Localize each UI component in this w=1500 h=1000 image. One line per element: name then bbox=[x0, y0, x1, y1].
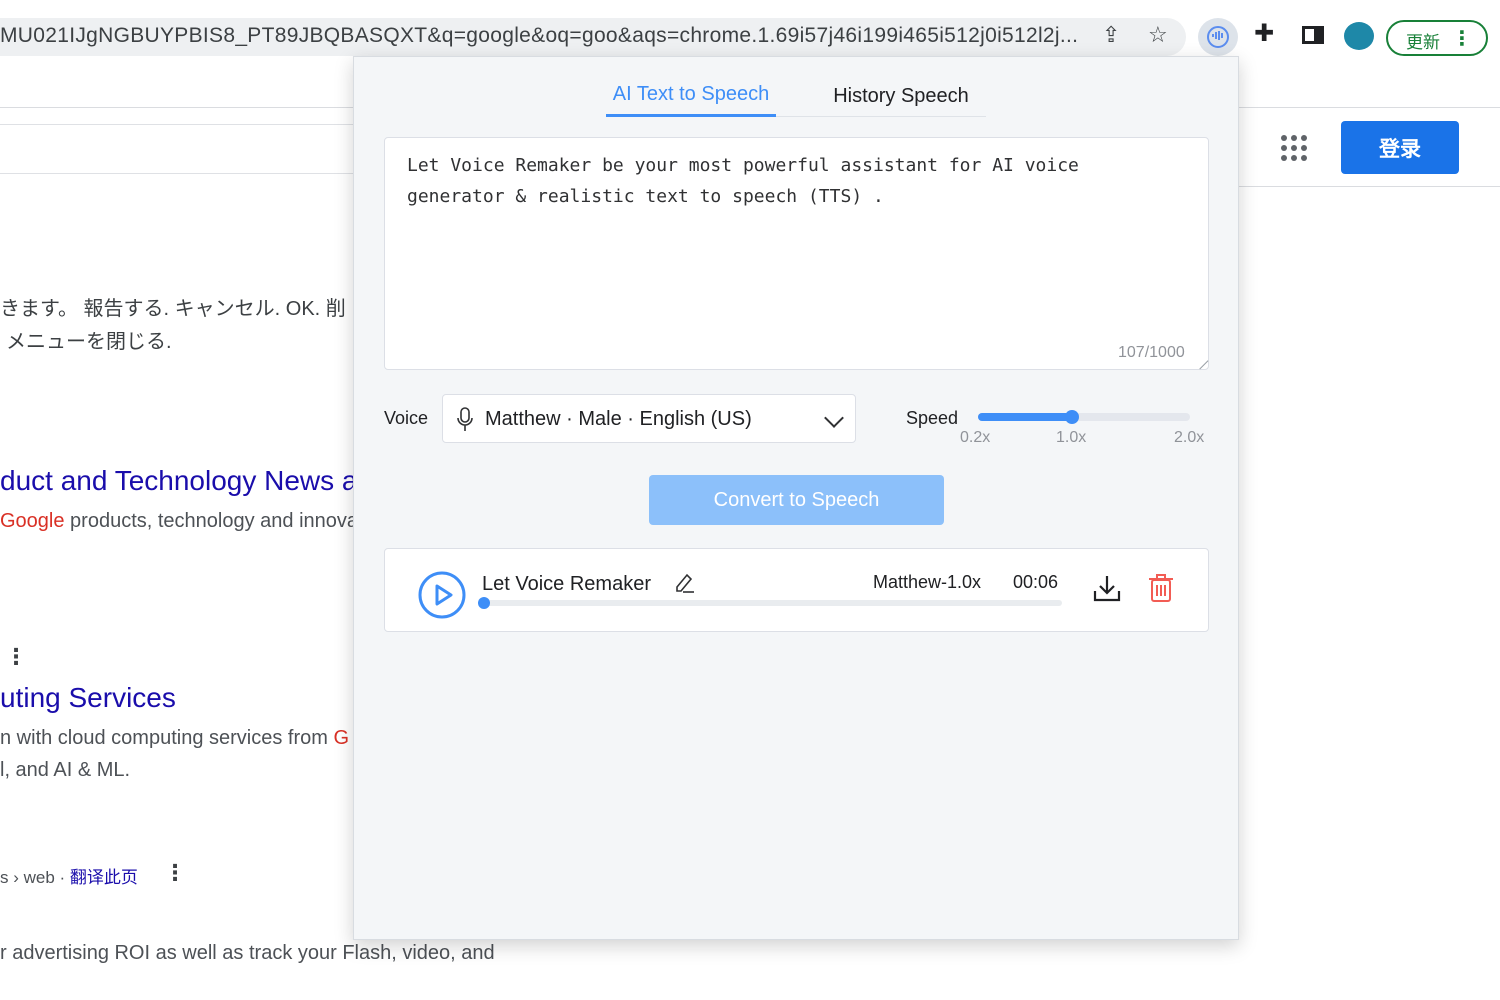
play-icon[interactable] bbox=[418, 571, 466, 619]
popup-tabs: AI Text to Speech History Speech bbox=[606, 75, 986, 117]
google-search-box[interactable] bbox=[0, 124, 380, 174]
speed-tick-min: 0.2x bbox=[960, 429, 991, 446]
speed-slider[interactable] bbox=[978, 410, 1190, 424]
history-progress-handle[interactable] bbox=[478, 597, 490, 609]
snippet-google-letter: G bbox=[333, 727, 350, 749]
more-vert-icon[interactable]: ⋮ bbox=[1452, 26, 1472, 51]
result-snippet-computing-2: l, and AI & ML. bbox=[0, 759, 131, 781]
delete-icon[interactable] bbox=[1147, 573, 1175, 603]
speed-tick-mid: 1.0x bbox=[1056, 429, 1087, 446]
update-button-label: 更新 bbox=[1406, 33, 1440, 52]
history-item-progress[interactable] bbox=[478, 597, 1062, 609]
snippet-google-word: Google bbox=[0, 510, 65, 532]
result-snippet-advertising: r advertising ROI as well as track your … bbox=[0, 942, 495, 964]
login-button[interactable]: 登录 bbox=[1341, 121, 1459, 174]
snippet-text: n with cloud computing services from bbox=[0, 727, 334, 749]
text-input[interactable]: Let Voice Remaker be your most powerful … bbox=[384, 137, 1209, 370]
translate-page-link[interactable]: 翻译此页 bbox=[70, 868, 138, 887]
convert-to-speech-button[interactable]: Convert to Speech bbox=[649, 475, 944, 525]
speed-slider-fill bbox=[978, 413, 1072, 421]
history-item-voice: Matthew-1.0x bbox=[873, 572, 982, 592]
update-button[interactable]: 更新 ⋮ bbox=[1386, 20, 1488, 56]
snippet-rest: products, technology and innova bbox=[64, 510, 359, 532]
voice-select[interactable]: Matthew · Male · English (US) bbox=[442, 394, 856, 443]
download-icon[interactable] bbox=[1092, 573, 1122, 603]
tab-ai-text-to-speech[interactable]: AI Text to Speech bbox=[606, 75, 776, 117]
profile-avatar[interactable] bbox=[1344, 22, 1374, 50]
puzzle-icon[interactable]: ✚ bbox=[1254, 22, 1274, 46]
breadcrumb-text: s › web · bbox=[0, 868, 70, 887]
apps-grid-icon[interactable] bbox=[1281, 135, 1307, 161]
tab-history-speech[interactable]: History Speech bbox=[816, 75, 986, 117]
char-counter: 107/1000 bbox=[1118, 344, 1185, 361]
speed-slider-handle[interactable] bbox=[1065, 410, 1079, 424]
speed-label: Speed bbox=[906, 408, 959, 428]
edit-icon[interactable] bbox=[673, 571, 695, 593]
result-snippet-tech-news: Google products, technology and innova bbox=[0, 510, 358, 533]
chevron-down-icon bbox=[824, 408, 844, 428]
voice-remaker-extension-icon[interactable] bbox=[1198, 18, 1238, 56]
snippet-japanese-1: きます。 報告する. キャンセル. OK. 削 bbox=[0, 298, 346, 320]
voice-label: Voice bbox=[384, 408, 429, 428]
history-item-duration: 00:06 bbox=[1013, 572, 1059, 592]
address-bar-url[interactable]: MU021IJgNGBUYPBIS8_PT89JBQBASQXT&q=googl… bbox=[0, 24, 1086, 48]
result-more-icon[interactable]: ⋮ bbox=[5, 646, 27, 668]
history-item-title: Let Voice Remaker bbox=[482, 573, 651, 595]
result-link-computing-services[interactable]: uting Services bbox=[0, 682, 176, 714]
history-item: Let Voice Remaker Matthew-1.0x 00:06 bbox=[384, 548, 1209, 632]
star-icon[interactable]: ☆ bbox=[1148, 24, 1168, 46]
share-icon[interactable]: ⇪ bbox=[1102, 24, 1120, 46]
header-divider bbox=[1238, 186, 1500, 187]
snippet-japanese-2: メニューを閉じる. bbox=[6, 331, 172, 353]
result-snippet-computing-1: n with cloud computing services from G bbox=[0, 727, 349, 750]
result-link-tech-news[interactable]: duct and Technology News a bbox=[0, 465, 358, 497]
result-breadcrumb: s › web · 翻译此页 bbox=[0, 863, 138, 888]
speed-tick-max: 2.0x bbox=[1174, 429, 1205, 446]
voice-remaker-popup: AI Text to Speech History Speech Let Voi… bbox=[353, 56, 1239, 940]
microphone-icon bbox=[457, 407, 473, 431]
browser-toolbar: MU021IJgNGBUYPBIS8_PT89JBQBASQXT&q=googl… bbox=[0, 0, 1500, 56]
voice-select-value: Matthew · Male · English (US) bbox=[485, 408, 752, 430]
result-more-icon-2[interactable]: ⋮ bbox=[164, 862, 186, 884]
side-panel-icon[interactable] bbox=[1302, 26, 1324, 44]
